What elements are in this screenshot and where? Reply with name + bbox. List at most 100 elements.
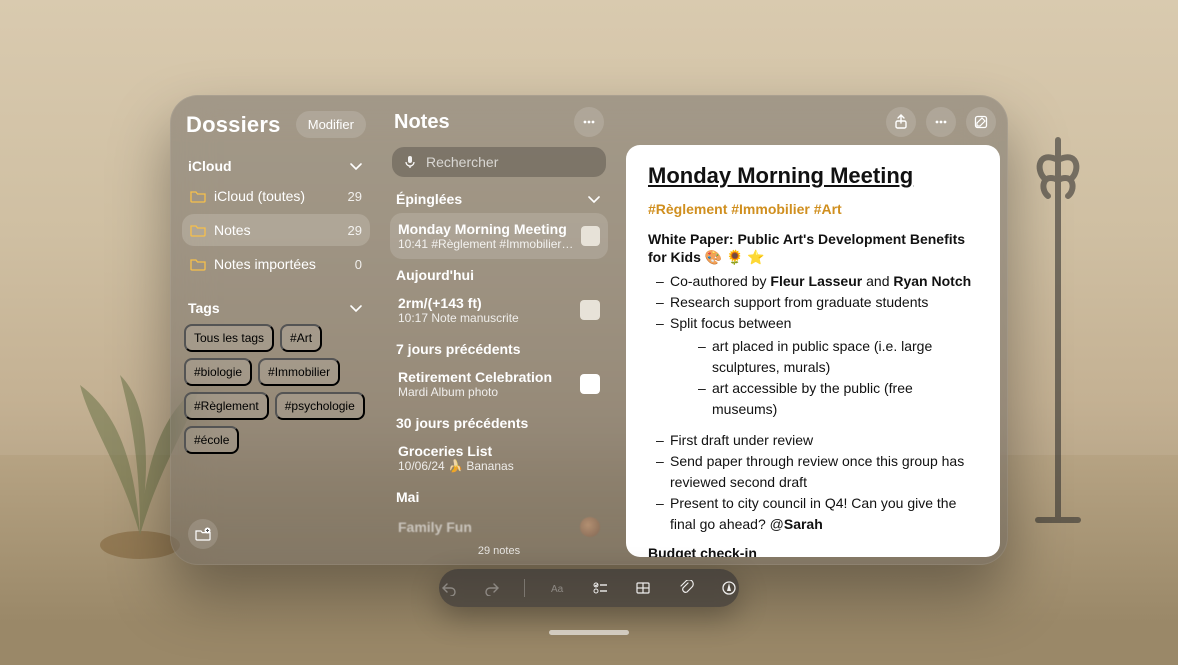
folders: iCloud (toutes) 29 Notes 29 Notes import… (182, 180, 370, 280)
edit-button[interactable]: Modifier (296, 111, 366, 138)
tag-reglement[interactable]: #Règlement (184, 392, 269, 420)
today-heading: Aujourd'hui (390, 259, 608, 287)
note-item-text: Groceries List 10/06/24 🍌 Bananas (398, 443, 514, 473)
list-item: art placed in public space (i.e. large s… (670, 336, 978, 378)
whitepaper-list: Co-authored by Fleur Lasseur and Ryan No… (648, 271, 978, 535)
ellipsis-icon (581, 114, 597, 130)
list-header: Notes (390, 107, 608, 145)
search-input[interactable] (426, 154, 607, 170)
note-item-sub: 10:41 #Règlement #Immobilier #Art (398, 237, 573, 251)
list-title: Notes (394, 111, 450, 134)
note-item-text: Retirement Celebration Mardi Album photo (398, 369, 552, 399)
note-thumbnail (580, 374, 600, 394)
note-item-text: Family Fun (398, 519, 472, 535)
icloud-label: iCloud (188, 158, 232, 174)
tag-art[interactable]: #Art (280, 324, 322, 352)
text-aa-icon: Aa (550, 580, 566, 596)
note-pane-header (626, 107, 1000, 145)
search-field[interactable] (392, 147, 606, 177)
toolbar-sep (524, 579, 525, 597)
notes-window: Dossiers Modifier iCloud iCloud (toutes)… (170, 95, 1008, 565)
tag-immobilier[interactable]: #Immobilier (258, 358, 340, 386)
note-item-text: Monday Morning Meeting 10:41 #Règlement … (398, 221, 573, 251)
list-item: Present to city council in Q4! Can you g… (648, 493, 978, 535)
note-thumbnail (580, 517, 600, 537)
sidebar-title: Dossiers (186, 112, 281, 138)
table-button[interactable] (633, 576, 654, 600)
list-item: Co-authored by Fleur Lasseur and Ryan No… (648, 271, 978, 292)
budget-title: Budget check-in (648, 545, 978, 557)
note-pane: Monday Morning Meeting #Règlement #Immob… (618, 95, 1008, 565)
note-item-today-0[interactable]: 2rm/(+143 ft) 10:17 Note manuscrite (390, 287, 608, 333)
note-item-title: Monday Morning Meeting (398, 221, 573, 237)
redo-button[interactable] (482, 576, 503, 600)
chevron-down-icon (348, 300, 364, 316)
icloud-section: iCloud iCloud (toutes) 29 Notes 29 (182, 152, 370, 280)
new-folder-icon (195, 526, 211, 542)
attachment-button[interactable] (676, 576, 697, 600)
pinned-label: Épinglées (396, 191, 462, 207)
note-item-title: Retirement Celebration (398, 369, 552, 385)
ellipsis-icon (933, 114, 949, 130)
note-item-title: Groceries List (398, 443, 514, 459)
list-footer-count: 29 notes (380, 545, 618, 557)
sidebar-item-imported[interactable]: Notes importées 0 (182, 248, 370, 280)
folder-count: 29 (348, 223, 362, 238)
folder-icon (190, 188, 206, 204)
tag-biologie[interactable]: #biologie (184, 358, 252, 386)
sidebar-item-notes[interactable]: Notes 29 (182, 214, 370, 246)
note-body[interactable]: Monday Morning Meeting #Règlement #Immob… (626, 145, 1000, 557)
note-item-last7-0[interactable]: Retirement Celebration Mardi Album photo (390, 361, 608, 407)
note-item-title: Family Fun (398, 519, 472, 535)
undo-icon (441, 580, 457, 596)
note-item-sub: Mardi Album photo (398, 385, 552, 399)
list-item: Send paper through review once this grou… (648, 451, 978, 493)
note-more-button[interactable] (926, 107, 956, 137)
folder-count: 0 (355, 257, 362, 272)
format-toolbar: Aa (439, 569, 739, 607)
last30-heading: 30 jours précédents (390, 407, 608, 435)
note-item-pinned-0[interactable]: Monday Morning Meeting 10:41 #Règlement … (390, 213, 608, 259)
tags-label: Tags (188, 300, 220, 316)
new-folder-button[interactable] (188, 519, 218, 549)
note-hashtags: #Règlement #Immobilier #Art (648, 201, 978, 217)
undo-button[interactable] (439, 576, 460, 600)
note-item-sub: 10:17 Note manuscrite (398, 311, 519, 325)
background-coatrack (1028, 120, 1088, 540)
mic-icon (402, 154, 418, 170)
month-heading: Mai (390, 481, 608, 509)
sidebar: Dossiers Modifier iCloud iCloud (toutes)… (170, 95, 380, 565)
tag-ecole[interactable]: #école (184, 426, 239, 454)
tags-heading[interactable]: Tags (182, 294, 370, 318)
list-more-button[interactable] (574, 107, 604, 137)
folder-icon (190, 256, 206, 272)
sidebar-item-icloud-all[interactable]: iCloud (toutes) 29 (182, 180, 370, 212)
list-item: Research support from graduate students (648, 292, 978, 313)
whitepaper-title: White Paper: Public Art's Development Be… (648, 231, 965, 265)
share-button[interactable] (886, 107, 916, 137)
pinned-heading[interactable]: Épinglées (390, 185, 608, 213)
sublist: art placed in public space (i.e. large s… (670, 336, 978, 420)
note-item-sub: 10/06/24 🍌 Bananas (398, 459, 514, 473)
checklist-button[interactable] (590, 576, 611, 600)
notes-list: Notes Épinglées Monday Morning Meeting 1… (380, 95, 618, 565)
last7-heading: 7 jours précédents (390, 333, 608, 361)
home-indicator[interactable] (549, 630, 629, 635)
folder-count: 29 (348, 189, 362, 204)
redo-icon (484, 580, 500, 596)
compose-icon (973, 114, 989, 130)
markup-button[interactable] (718, 576, 739, 600)
markup-icon (721, 580, 737, 596)
tag-psychologie[interactable]: #psychologie (275, 392, 365, 420)
tag-all[interactable]: Tous les tags (184, 324, 274, 352)
note-item-last30-0[interactable]: Groceries List 10/06/24 🍌 Bananas (390, 435, 608, 481)
icloud-heading[interactable]: iCloud (182, 152, 370, 176)
note-item-may-0[interactable]: Family Fun (390, 509, 608, 545)
list-item: First draft under review (648, 430, 978, 451)
folder-label: Notes (214, 222, 251, 238)
text-style-button[interactable]: Aa (547, 576, 568, 600)
folder-label: iCloud (toutes) (214, 188, 305, 204)
compose-button[interactable] (966, 107, 996, 137)
share-icon (893, 114, 909, 130)
svg-text:Aa: Aa (551, 584, 564, 595)
